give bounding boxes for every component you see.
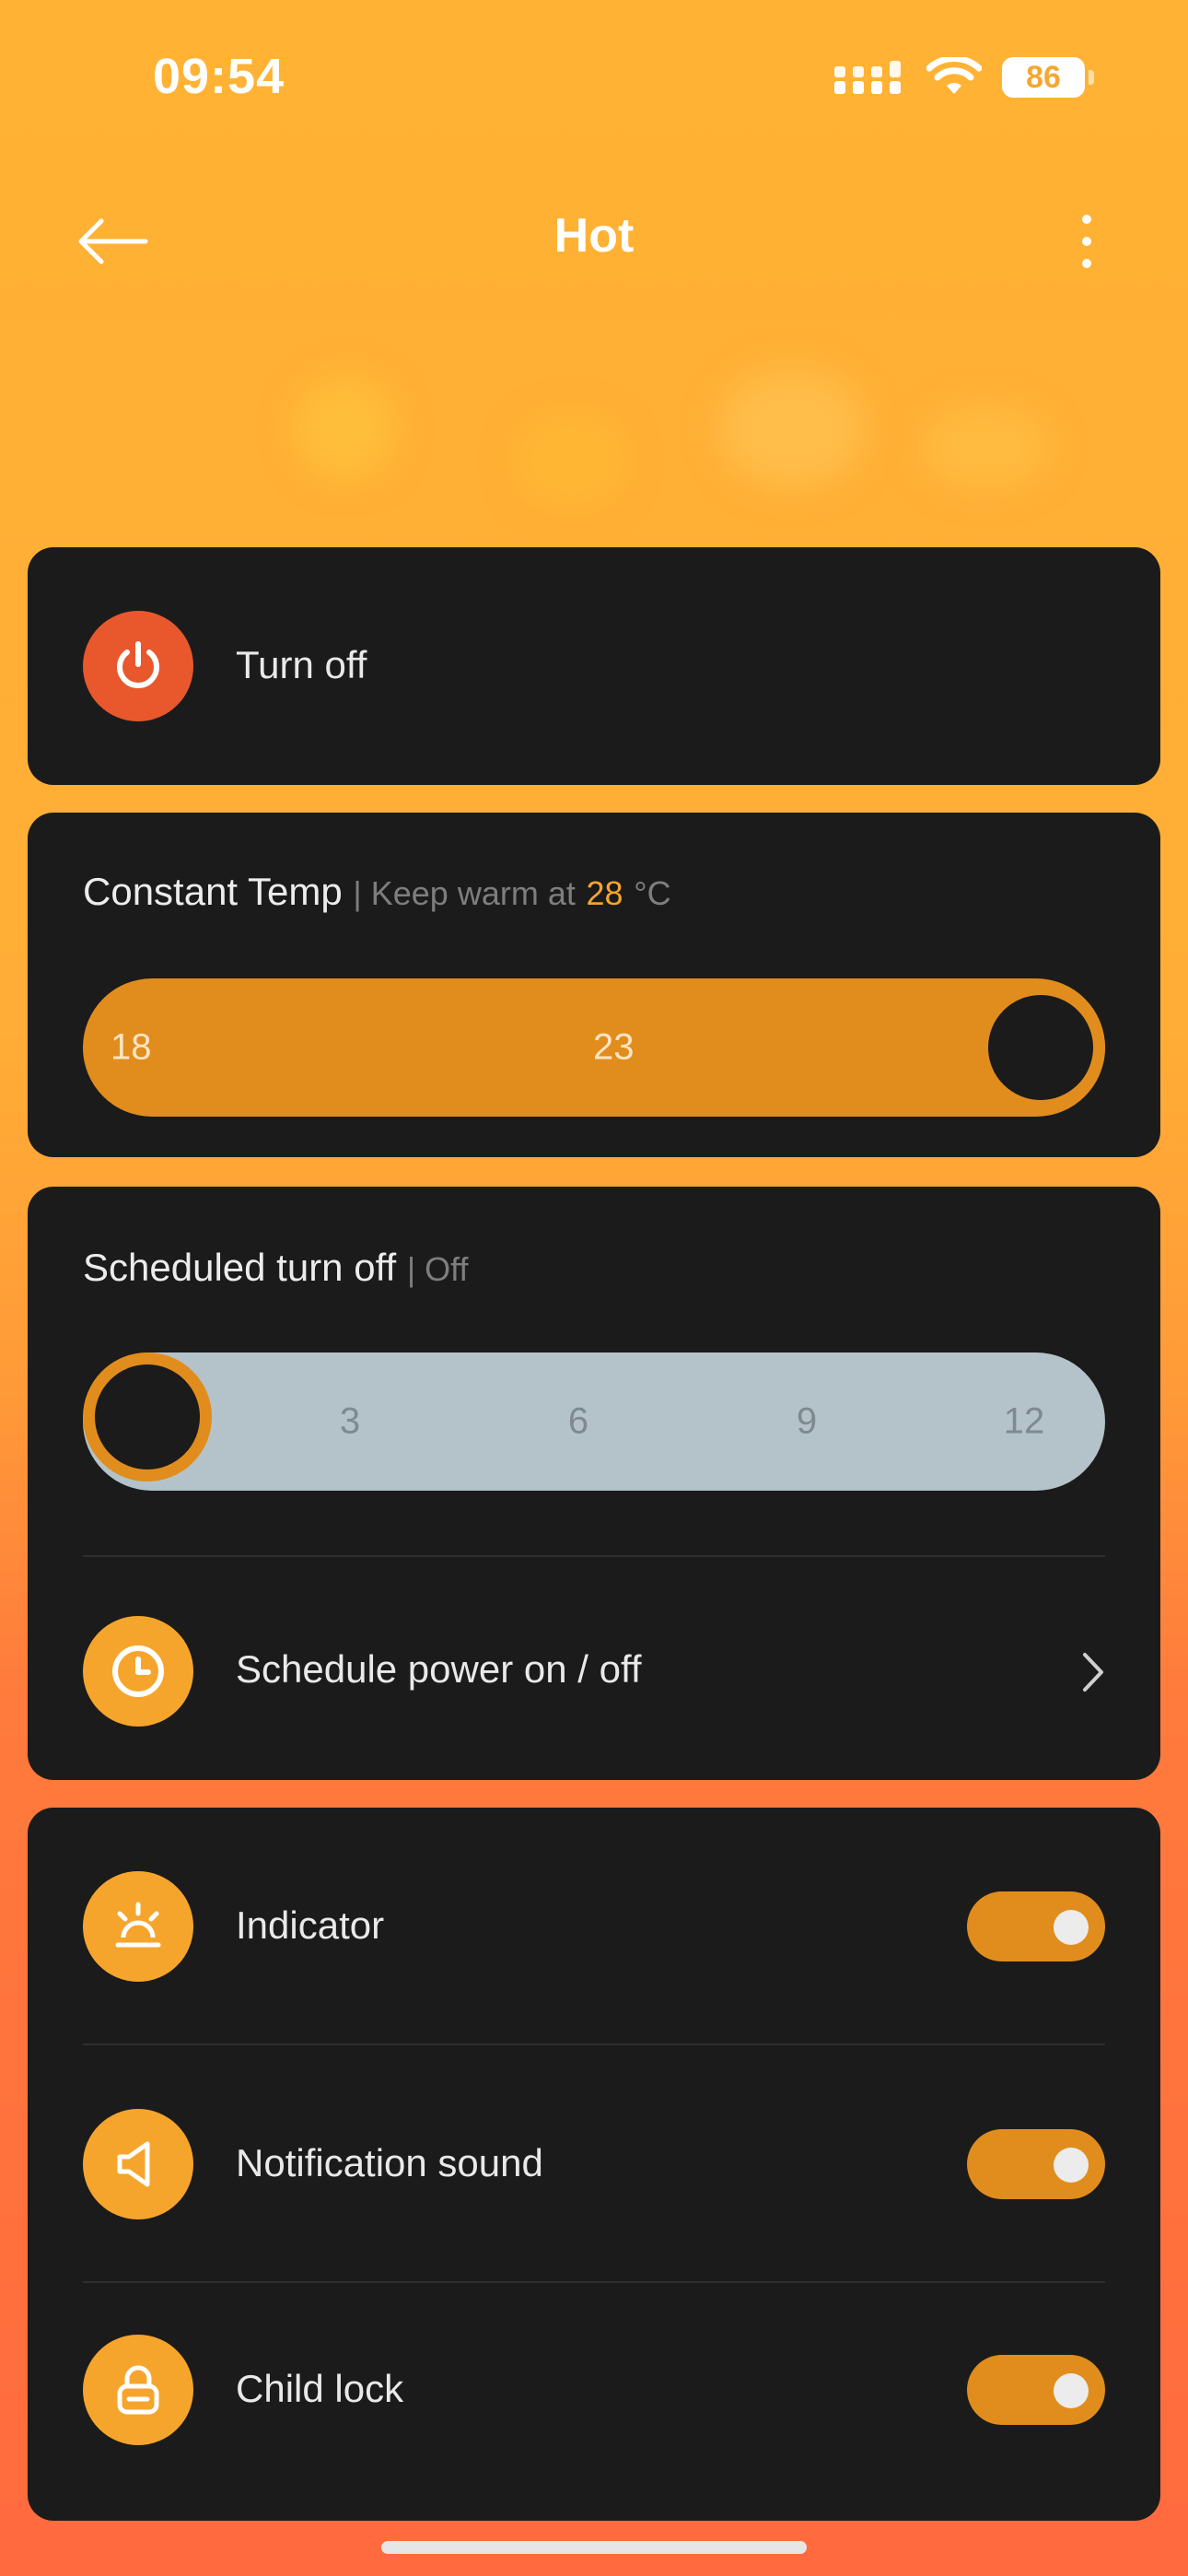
home-indicator[interactable] <box>381 2541 807 2554</box>
divider <box>83 1555 1105 1557</box>
speaker-icon <box>117 2141 150 2187</box>
power-icon <box>117 641 159 688</box>
schedule-tick-12: 12 <box>1003 1400 1045 1442</box>
schedule-tick-6: 6 <box>567 1400 589 1442</box>
child-lock-toggle[interactable] <box>967 2355 1105 2425</box>
clock-icon <box>112 1645 164 1697</box>
decor-blob <box>718 369 866 488</box>
power-button[interactable] <box>83 611 193 721</box>
clock-button <box>83 1616 193 1727</box>
decor-blob <box>921 405 1050 488</box>
battery-level: 86 <box>1026 59 1061 95</box>
scheduled-off-slider[interactable]: 3 6 9 12 <box>83 1352 1105 1491</box>
indicator-toggle[interactable] <box>967 1891 1105 1961</box>
keep-warm-value: 28 <box>586 874 623 912</box>
divider <box>83 2281 1105 2283</box>
settings-card: Indicator Notification sound Child lock <box>28 1808 1160 2521</box>
indicator-light-icon <box>115 1902 161 1948</box>
scheduled-off-label: Scheduled turn off <box>83 1246 397 1289</box>
temperature-slider[interactable]: 18 23 <box>83 978 1105 1117</box>
keep-warm-unit: °C <box>634 874 671 912</box>
page-title: Hot <box>553 209 635 263</box>
power-label[interactable]: Turn off <box>236 643 367 687</box>
status-time: 09:54 <box>153 49 285 104</box>
scheduled-off-title: Scheduled turn off | Off <box>83 1246 469 1290</box>
schedule-power-label: Schedule power on / off <box>236 1647 642 1691</box>
schedule-tick-3: 3 <box>339 1400 361 1442</box>
constant-temp-label: Constant Temp <box>83 870 343 913</box>
schedule-tick-9: 9 <box>796 1400 818 1442</box>
wifi-icon <box>926 57 982 94</box>
temp-tick-min: 18 <box>111 1026 152 1068</box>
keep-warm-prefix: | Keep warm at <box>353 874 576 912</box>
power-card: Turn off <box>28 547 1160 785</box>
decor-blob <box>516 415 626 507</box>
temp-tick-mid: 23 <box>593 1026 635 1068</box>
notification-sound-toggle[interactable] <box>967 2129 1105 2199</box>
indicator-icon-button <box>83 1871 193 1982</box>
indicator-label: Indicator <box>236 1903 385 1947</box>
decor-blob <box>295 378 396 479</box>
chevron-right-icon <box>1083 1653 1103 1692</box>
constant-temp-title: Constant Temp | Keep warm at 28 °C <box>83 870 671 914</box>
schedule-card: Scheduled turn off | Off 3 6 9 12 Schedu… <box>28 1187 1160 1780</box>
scheduled-off-slider-handle[interactable] <box>83 1352 212 1481</box>
temperature-slider-handle[interactable] <box>976 983 1105 1112</box>
more-options-icon[interactable] <box>1068 212 1105 271</box>
lock-icon-button <box>83 2335 193 2445</box>
battery-indicator: 86 <box>1002 57 1094 98</box>
notification-sound-label: Notification sound <box>236 2141 543 2184</box>
constant-temp-card: Constant Temp | Keep warm at 28 °C 18 23 <box>28 813 1160 1157</box>
divider <box>83 2043 1105 2045</box>
scheduled-off-status: | Off <box>406 1250 469 1288</box>
cellular-signal-icon <box>834 61 901 94</box>
sound-icon-button <box>83 2109 193 2219</box>
child-lock-label: Child lock <box>236 2367 404 2410</box>
status-icons: 86 <box>833 57 1094 98</box>
lock-icon <box>117 2365 159 2415</box>
